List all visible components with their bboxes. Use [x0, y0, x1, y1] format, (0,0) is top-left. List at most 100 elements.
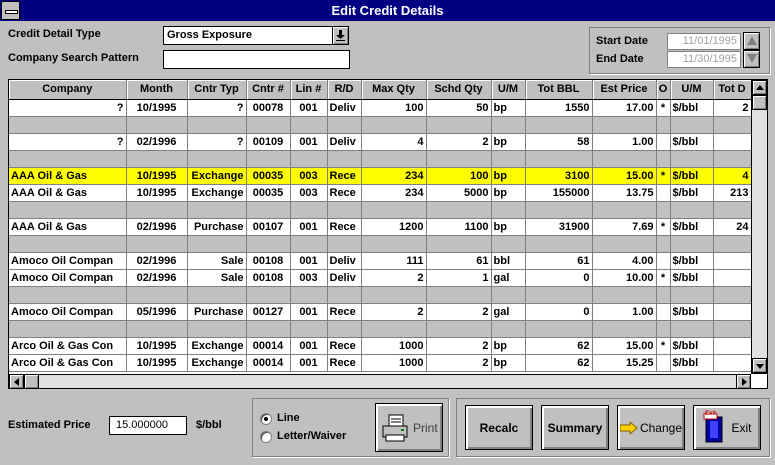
table-cell[interactable]	[670, 320, 714, 338]
table-cell[interactable]: Sale	[187, 269, 247, 287]
table-cell[interactable]: 10/1995	[126, 354, 188, 372]
table-cell[interactable]: 1100	[426, 218, 492, 236]
table-cell[interactable]: Deliv	[327, 99, 362, 117]
table-cell[interactable]	[426, 150, 492, 168]
table-cell[interactable]: 00014	[246, 354, 291, 372]
table-cell[interactable]: gal	[491, 269, 526, 287]
column-header[interactable]: Schd Qty	[426, 80, 492, 100]
table-cell[interactable]: 2	[426, 354, 492, 372]
table-cell[interactable]: 155000	[525, 184, 593, 202]
table-cell[interactable]	[361, 116, 427, 134]
table-cell[interactable]	[126, 150, 188, 168]
table-cell[interactable]	[246, 116, 291, 134]
table-cell[interactable]	[290, 235, 328, 253]
table-cell[interactable]: 58	[525, 133, 593, 151]
table-cell[interactable]	[126, 235, 188, 253]
table-cell[interactable]: bp	[491, 354, 526, 372]
table-cell[interactable]	[290, 116, 328, 134]
table-cell[interactable]: *	[656, 337, 671, 355]
table-cell[interactable]: Arco Oil & Gas Con	[9, 354, 127, 372]
table-cell[interactable]: Deliv	[327, 133, 362, 151]
table-cell[interactable]: 001	[290, 303, 328, 321]
table-cell[interactable]: bp	[491, 218, 526, 236]
table-cell[interactable]: 00109	[246, 133, 291, 151]
column-header[interactable]: Est Price	[592, 80, 657, 100]
table-cell[interactable]: 001	[290, 218, 328, 236]
table-cell[interactable]	[491, 235, 526, 253]
table-cell[interactable]	[491, 320, 526, 338]
table-cell[interactable]	[656, 133, 671, 151]
table-cell[interactable]: $/bbl	[670, 303, 714, 321]
table-row[interactable]: Amoco Oil Compan 02/1996 Sale 00108 001 Deliv…	[9, 252, 752, 270]
table-row[interactable]: AAA Oil & Gas 02/1996 Purchase 00107 001 Rece…	[9, 218, 752, 236]
recalc-button[interactable]: Recalc	[465, 405, 533, 450]
table-cell[interactable]	[361, 150, 427, 168]
table-cell[interactable]: Rece	[327, 184, 362, 202]
table-cell[interactable]: 10/1995	[126, 99, 188, 117]
column-header[interactable]: Tot D	[713, 80, 752, 100]
table-cell[interactable]: ?	[187, 99, 247, 117]
end-date-field[interactable]: 11/30/1995	[667, 51, 741, 68]
table-cell[interactable]	[670, 235, 714, 253]
table-cell[interactable]	[656, 354, 671, 372]
table-cell[interactable]: 17.00	[592, 99, 657, 117]
table-cell[interactable]: bp	[491, 133, 526, 151]
table-cell[interactable]: 02/1996	[126, 218, 188, 236]
table-cell[interactable]: 1.00	[592, 133, 657, 151]
table-cell[interactable]: $/bbl	[670, 269, 714, 287]
table-cell[interactable]	[126, 286, 188, 304]
table-cell[interactable]: 0	[525, 269, 593, 287]
table-cell[interactable]	[9, 116, 127, 134]
table-cell[interactable]	[592, 201, 657, 219]
table-cell[interactable]: 1550	[525, 99, 593, 117]
estimated-price-input[interactable]: 15.000000	[109, 416, 187, 435]
table-cell[interactable]: 2	[426, 133, 492, 151]
table-cell[interactable]: 2	[713, 99, 752, 117]
column-header[interactable]: Cntr Typ	[187, 80, 247, 100]
table-cell[interactable]	[9, 235, 127, 253]
table-cell[interactable]	[656, 116, 671, 134]
table-cell[interactable]	[656, 303, 671, 321]
table-cell[interactable]: bp	[491, 337, 526, 355]
summary-button[interactable]: Summary	[541, 405, 609, 450]
table-cell[interactable]	[187, 286, 247, 304]
table-cell[interactable]: 1200	[361, 218, 427, 236]
vertical-scrollbar[interactable]	[751, 79, 768, 374]
table-cell[interactable]: *	[656, 99, 671, 117]
print-button[interactable]: Print	[375, 403, 443, 452]
table-cell[interactable]: Exchange	[187, 184, 247, 202]
table-cell[interactable]	[656, 150, 671, 168]
table-cell[interactable]: 61	[426, 252, 492, 270]
radio-line[interactable]	[260, 413, 272, 425]
table-cell[interactable]: ?	[9, 99, 127, 117]
table-cell[interactable]: 001	[290, 252, 328, 270]
table-cell[interactable]	[426, 320, 492, 338]
table-cell[interactable]: 13.75	[592, 184, 657, 202]
table-cell[interactable]: 001	[290, 99, 328, 117]
table-cell[interactable]: 0	[525, 303, 593, 321]
table-cell[interactable]: 15.00	[592, 337, 657, 355]
system-menu-icon[interactable]	[1, 1, 20, 20]
table-cell[interactable]	[187, 320, 247, 338]
scroll-down-icon[interactable]	[752, 358, 767, 373]
table-cell[interactable]	[9, 286, 127, 304]
table-cell[interactable]: 00107	[246, 218, 291, 236]
table-cell[interactable]: 15.25	[592, 354, 657, 372]
table-cell[interactable]: Deliv	[327, 252, 362, 270]
table-cell[interactable]	[187, 116, 247, 134]
table-cell[interactable]	[491, 286, 526, 304]
table-cell[interactable]: Rece	[327, 354, 362, 372]
table-cell[interactable]: $/bbl	[670, 354, 714, 372]
table-cell[interactable]	[525, 320, 593, 338]
table-cell[interactable]	[525, 235, 593, 253]
table-cell[interactable]: Amoco Oil Compan	[9, 252, 127, 270]
table-cell[interactable]	[592, 116, 657, 134]
table-cell[interactable]	[361, 235, 427, 253]
table-cell[interactable]	[327, 201, 362, 219]
table-cell[interactable]	[713, 337, 752, 355]
table-cell[interactable]	[290, 286, 328, 304]
table-cell[interactable]: 02/1996	[126, 252, 188, 270]
table-cell[interactable]	[126, 201, 188, 219]
table-cell[interactable]	[327, 235, 362, 253]
table-cell[interactable]: 213	[713, 184, 752, 202]
